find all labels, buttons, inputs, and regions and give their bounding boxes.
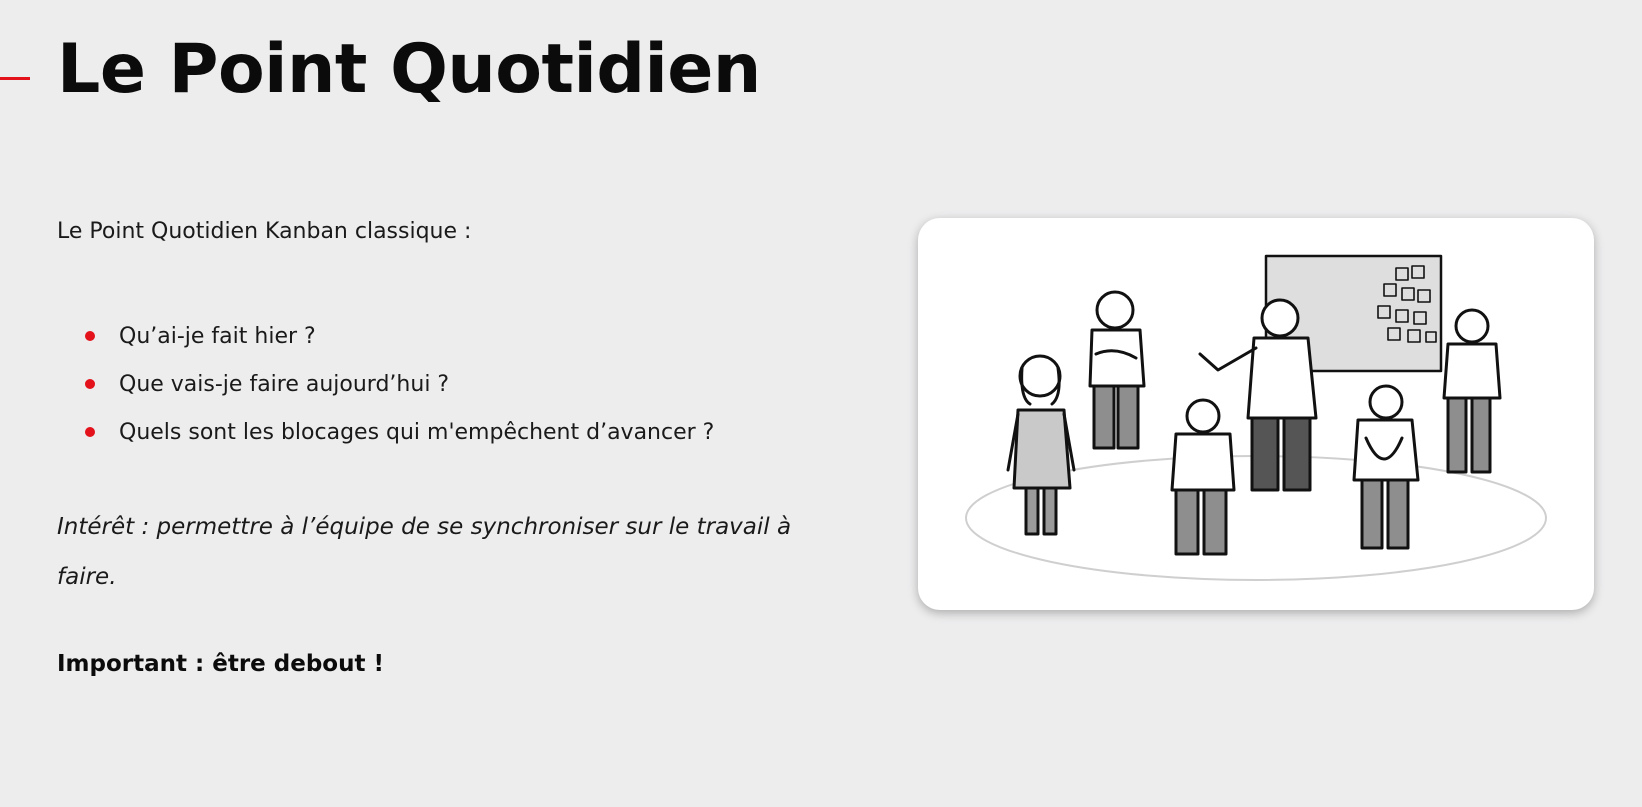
list-item: Que vais-je faire aujourd’hui ? xyxy=(85,360,714,408)
list-item-label: Qu’ai-je fait hier ? xyxy=(119,323,316,349)
list-item-label: Quels sont les blocages qui m'empêchent … xyxy=(119,419,715,445)
intro-text: Le Point Quotidien Kanban classique : xyxy=(57,219,472,244)
bullet-icon xyxy=(85,331,95,341)
bullet-icon xyxy=(85,379,95,389)
slide-title: Le Point Quotidien xyxy=(57,30,761,109)
list-item-label: Que vais-je faire aujourd’hui ? xyxy=(119,371,450,397)
benefit-text: Intérêt : permettre à l’équipe de se syn… xyxy=(57,514,792,590)
question-list: Qu’ai-je fait hier ? Que vais-je faire a… xyxy=(85,312,714,456)
standup-meeting-icon xyxy=(965,254,1547,581)
title-accent-line xyxy=(0,77,30,80)
standup-meeting-illustration xyxy=(918,218,1594,610)
list-item: Quels sont les blocages qui m'empêchent … xyxy=(85,408,714,456)
bullet-icon xyxy=(85,427,95,437)
list-item: Qu’ai-je fait hier ? xyxy=(85,312,714,360)
important-note: Important : être debout ! xyxy=(57,651,384,677)
